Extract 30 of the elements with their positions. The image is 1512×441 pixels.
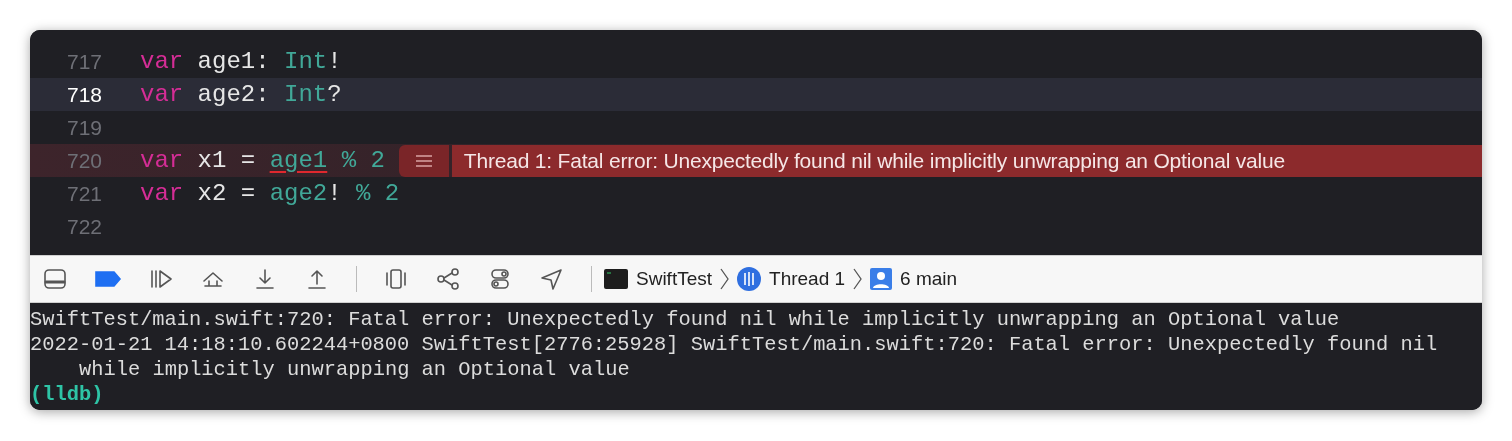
terminal-icon [604,268,628,290]
user-icon [870,268,893,290]
memory-graph-icon[interactable] [435,267,461,291]
console-line: SwiftTest/main.swift:720: Fatal error: Unexpectedly found nil while implicitly unwrapping an Optional value [30,307,1341,332]
chevron-icon [720,268,730,290]
line-number: 722 [65,213,102,240]
thread-icon [737,267,762,291]
code-line: var age2: Int? [140,79,342,110]
panel-toggle-icon[interactable] [42,267,68,291]
line-number: 718 [65,81,102,108]
breadcrumb-item[interactable]: Thread 1 [737,264,846,294]
console-line: 2022-01-21 14:18:10.602244+0800 SwiftTest[2776:25928] SwiftTest/main.swift:720: Fatal error: Unexpectedly found nil while implicitly unwrapping an Optional value [30,332,1439,382]
code-line: var x2 = age2! % 2 [140,178,400,209]
menu-icon[interactable] [414,154,433,167]
error-message: Thread 1: Fatal error: Unexpectedly found nil while implicitly unwrapping an Optional value [451,144,1482,177]
line-number: 717 [65,48,102,75]
breakpoint-icon[interactable] [94,270,122,288]
line-number: 719 [65,114,102,141]
breadcrumb-item[interactable]: 6 main [870,264,958,294]
line-number: 721 [65,180,102,207]
continue-icon[interactable] [148,267,174,291]
view-hierarchy-icon[interactable] [383,267,409,291]
chevron-icon [853,268,863,290]
code-line: var x1 = age1 % 2 [140,145,385,176]
issue-menu-button[interactable] [398,144,449,177]
code-line: var age1: Int! [140,46,342,77]
location-icon[interactable] [539,267,565,291]
breadcrumb-item[interactable]: SwiftTest [604,264,713,294]
console-prompt: (lldb) [30,382,104,407]
line-number: 720 [65,147,102,174]
